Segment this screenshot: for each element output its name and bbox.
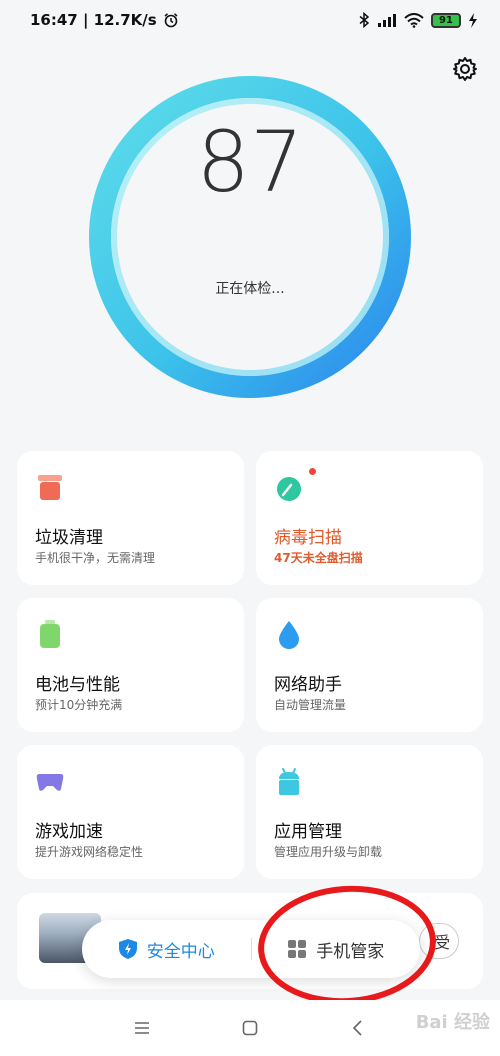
card-title: 电池与性能: [35, 675, 120, 695]
card-subtitle: 47天未全盘扫描: [274, 551, 363, 565]
trash-icon: [38, 475, 62, 500]
status-right: 91: [358, 12, 478, 28]
home-icon: [242, 1020, 258, 1036]
card-subtitle: 管理应用升级与卸载: [274, 845, 383, 859]
card-subtitle: 手机很干净，无需清理: [35, 551, 156, 565]
health-score: 87: [196, 113, 304, 211]
home-button[interactable]: [236, 1014, 264, 1042]
back-button[interactable]: [344, 1014, 372, 1042]
card-game-boost[interactable]: 游戏加速 提升游戏网络稳定性: [17, 745, 244, 879]
gear-icon: [453, 57, 477, 81]
security-center-label: 安全中心: [146, 941, 215, 962]
back-icon: [352, 1020, 362, 1036]
card-title: 病毒扫描: [274, 528, 342, 548]
card-virus-scan[interactable]: 病毒扫描 47天未全盘扫描: [256, 451, 483, 585]
card-battery[interactable]: 电池与性能 预计10分钟充满: [17, 598, 244, 732]
card-cleaner[interactable]: 垃圾清理 手机很干净，无需清理: [17, 451, 244, 585]
charging-icon: [469, 12, 477, 28]
status-bar: 16:47 | 12.7K/s 91: [0, 0, 500, 40]
card-title: 应用管理: [274, 822, 342, 842]
status-left: 16:47 | 12.7K/s: [30, 11, 179, 29]
battery-icon: [40, 620, 60, 648]
card-title: 垃圾清理: [35, 528, 103, 548]
card-subtitle: 预计10分钟充满: [35, 698, 123, 712]
gamepad-icon: [36, 774, 64, 791]
menu-icon: [135, 1022, 149, 1034]
card-network[interactable]: 网络助手 自动管理流量: [256, 598, 483, 732]
bluetooth-icon: [359, 12, 370, 28]
alarm-icon: [164, 13, 178, 28]
card-subtitle: 提升游戏网络稳定性: [35, 845, 144, 859]
card-title: 网络助手: [274, 675, 342, 695]
menu-button[interactable]: [128, 1014, 156, 1042]
alert-dot: [309, 468, 316, 475]
status-time-speed: 16:47 | 12.7K/s: [30, 11, 157, 29]
card-subtitle: 自动管理流量: [274, 698, 347, 712]
wifi-icon: [404, 12, 424, 28]
signal-icon: [378, 14, 396, 27]
water-drop-icon: [279, 621, 299, 649]
settings-button[interactable]: [450, 54, 480, 84]
shield-scan-icon: [277, 477, 301, 501]
security-center-tab[interactable]: 安全中心: [82, 937, 251, 962]
banner-action-label: 受: [433, 933, 450, 952]
watermark: Bai 经验: [415, 1012, 490, 1033]
shield-bolt-icon: [118, 939, 137, 959]
card-title: 游戏加速: [35, 822, 103, 842]
android-icon: [279, 768, 299, 795]
battery-indicator: 91: [431, 12, 461, 28]
scan-status: 正在体检...: [215, 281, 285, 297]
card-app-manager[interactable]: 应用管理 管理应用升级与卸载: [256, 745, 483, 879]
